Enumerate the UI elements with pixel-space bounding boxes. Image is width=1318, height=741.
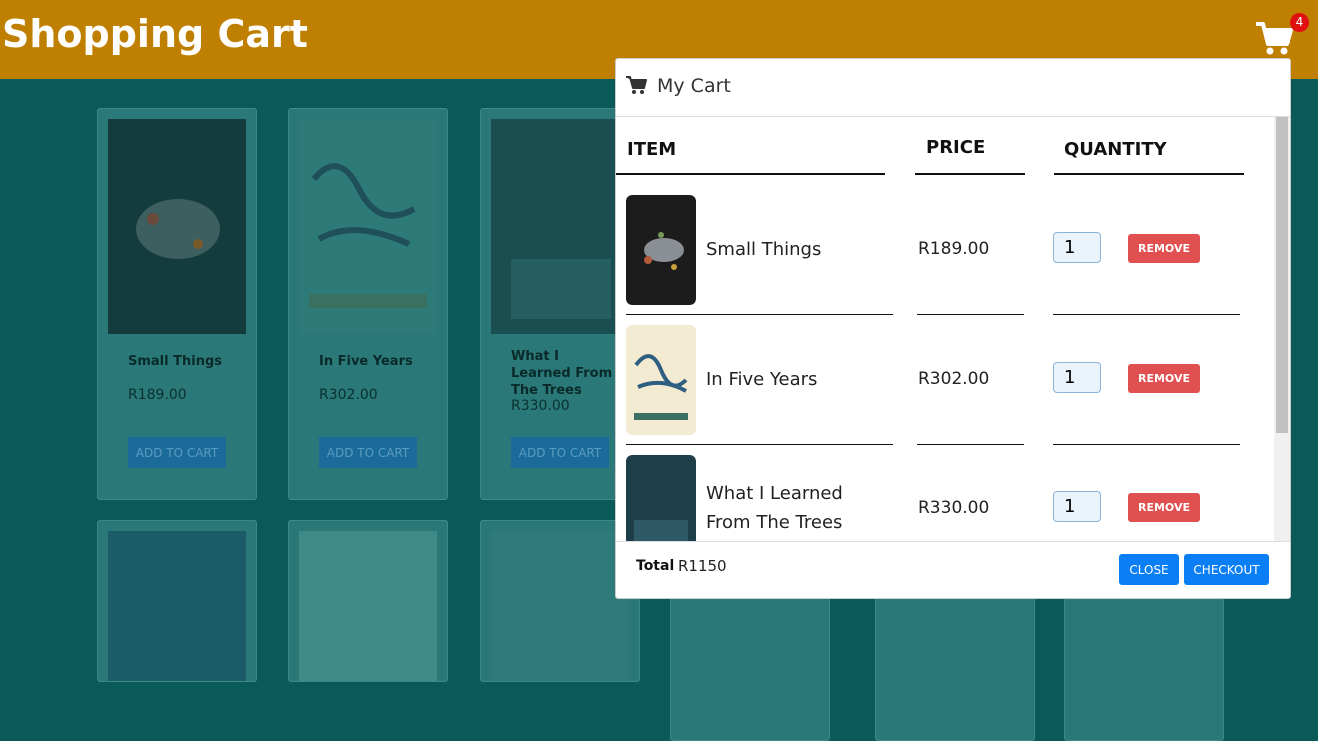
product-card: Small Things R189.00 ADD TO CART: [97, 108, 257, 500]
book-cover-image: [491, 531, 629, 681]
divider: [626, 444, 893, 445]
divider: [915, 173, 1025, 175]
cart-table: ITEM PRICE QUANTITY Small Things R189.00…: [616, 117, 1290, 541]
book-cover-image: [108, 119, 246, 334]
cart-item-price: R330.00: [918, 498, 990, 518]
book-cover-image: [299, 531, 437, 681]
modal-footer: Total R1150 CLOSE CHECKOUT: [616, 541, 1290, 598]
book-thumbnail: [626, 455, 696, 541]
modal-title: My Cart: [657, 75, 731, 97]
book-cover-image: [491, 119, 629, 334]
cart-item-price: R302.00: [918, 369, 990, 389]
add-to-cart-button[interactable]: ADD TO CART: [319, 437, 417, 468]
product-price: R302.00: [319, 387, 378, 403]
total-label: Total: [636, 558, 675, 574]
quantity-input[interactable]: [1053, 232, 1101, 263]
cart-icon: [626, 76, 647, 94]
modal-header: My Cart: [616, 59, 1290, 117]
cart-item-name: Small Things: [706, 239, 822, 260]
divider: [917, 444, 1024, 445]
divider: [1054, 173, 1244, 175]
divider: [1053, 314, 1240, 315]
product-card: [97, 520, 257, 682]
cart-item-price: R189.00: [918, 239, 990, 259]
product-title: What I Learned From The Trees: [511, 349, 613, 398]
book-cover-image: [299, 119, 437, 334]
book-cover-image: [108, 531, 246, 681]
product-card: [875, 579, 1035, 741]
cart-modal: My Cart ITEM PRICE QUANTITY Small Things…: [615, 58, 1291, 599]
add-to-cart-button[interactable]: ADD TO CART: [128, 437, 226, 468]
divider: [626, 314, 893, 315]
divider: [616, 173, 885, 175]
product-title: In Five Years: [319, 354, 413, 369]
close-button[interactable]: CLOSE: [1119, 554, 1179, 585]
product-price: R189.00: [128, 387, 187, 403]
cart-icon[interactable]: [1254, 18, 1294, 58]
column-header-quantity: QUANTITY: [1064, 139, 1167, 160]
cart-item-name: What I Learned From The Trees: [706, 483, 843, 533]
remove-button[interactable]: REMOVE: [1128, 234, 1200, 263]
quantity-input[interactable]: [1053, 491, 1101, 522]
divider: [917, 314, 1024, 315]
checkout-button[interactable]: CHECKOUT: [1184, 554, 1269, 585]
remove-button[interactable]: REMOVE: [1128, 493, 1200, 522]
column-header-price: PRICE: [926, 137, 986, 158]
quantity-input[interactable]: [1053, 362, 1101, 393]
column-header-item: ITEM: [627, 139, 677, 160]
divider: [1053, 444, 1240, 445]
add-to-cart-button[interactable]: ADD TO CART: [511, 437, 609, 468]
total-value: R1150: [678, 557, 727, 575]
app-title: Shopping Cart: [2, 12, 308, 56]
book-thumbnail: [626, 325, 696, 435]
scrollbar-thumb[interactable]: [1276, 117, 1288, 433]
remove-button[interactable]: REMOVE: [1128, 364, 1200, 393]
product-card: [670, 579, 830, 741]
scrollbar[interactable]: [1274, 117, 1290, 541]
book-thumbnail: [626, 195, 696, 305]
cart-count-badge: 4: [1290, 13, 1309, 32]
product-price: R330.00: [511, 398, 570, 414]
cart-item-name: In Five Years: [706, 369, 818, 390]
product-card: [1064, 579, 1224, 741]
product-card: In Five Years R302.00 ADD TO CART: [288, 108, 448, 500]
product-title: Small Things: [128, 354, 222, 369]
product-card: [288, 520, 448, 682]
